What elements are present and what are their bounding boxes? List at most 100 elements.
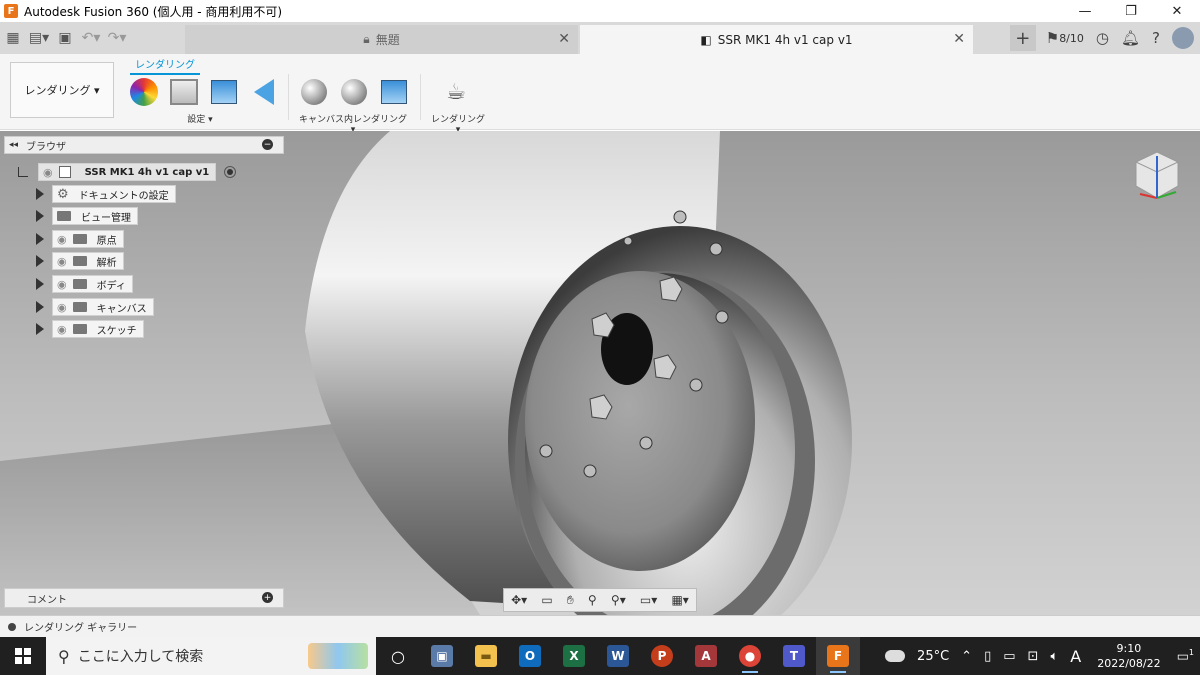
tab-active-document[interactable]: ◧ SSR MK1 4h v1 cap v1 ✕ — [580, 25, 973, 54]
history-icon[interactable]: ◷ — [1090, 22, 1115, 54]
comments-panel[interactable]: コメント + — [4, 588, 284, 608]
appearance-button[interactable] — [128, 76, 160, 108]
taskbar-app-explorer[interactable]: ▬ — [464, 637, 508, 675]
browser-root-row[interactable]: ◉ SSR MK1 4h v1 cap v1 — [18, 163, 237, 181]
render-button[interactable]: ☕︎ — [440, 76, 472, 108]
tab-rendering[interactable]: レンダリング — [130, 56, 200, 75]
tree-node[interactable]: ⚙ ドキュメントの設定 — [52, 185, 176, 203]
orbit-icon[interactable]: ✥▾ — [511, 593, 527, 607]
tree-node[interactable]: ビュー管理 — [52, 207, 138, 225]
taskbar-app-cortana[interactable]: ○ — [376, 637, 420, 675]
rendering-gallery-bar[interactable]: レンダリング ギャラリー — [0, 615, 1200, 637]
gallery-expand-icon[interactable] — [8, 622, 16, 631]
file-menu-icon[interactable]: ▤▾ — [26, 22, 52, 54]
redo-icon[interactable]: ↷▾ — [104, 22, 130, 54]
taskbar-app-teams[interactable]: T — [772, 637, 816, 675]
minimize-button[interactable]: — — [1062, 0, 1108, 22]
new-tab-button[interactable]: + — [1009, 25, 1036, 51]
capture-image-button[interactable] — [378, 76, 410, 108]
collapse-panel-icon[interactable]: ◂◂ — [9, 140, 18, 150]
taskbar-search-box[interactable]: ⚲ ここに入力して検索 — [46, 637, 376, 675]
weather-temp[interactable]: 25°C — [911, 649, 955, 664]
browser-item-named-views[interactable]: ビュー管理 — [36, 207, 138, 225]
add-comment-icon[interactable]: + — [262, 592, 273, 603]
expand-triangle-icon[interactable] — [36, 233, 44, 245]
incanvas-settings-button[interactable] — [338, 76, 370, 108]
help-icon[interactable]: ? — [1146, 22, 1166, 54]
display-icon[interactable]: ▭ — [997, 649, 1021, 664]
setup-group-label[interactable]: 設定 ▾ — [170, 112, 230, 125]
ime-indicator[interactable]: A — [1064, 647, 1087, 666]
taskbar-app-chrome[interactable]: ● — [728, 637, 772, 675]
browser-item-canvases[interactable]: ◉ キャンバス — [36, 298, 154, 316]
eye-icon[interactable]: ◉ — [57, 278, 67, 291]
maximize-button[interactable]: ❐ — [1108, 0, 1154, 22]
tree-node[interactable]: ◉ 原点 — [52, 230, 124, 248]
taskbar-app-outlook[interactable]: O — [508, 637, 552, 675]
notification-bell-icon[interactable]: 🔔︎ — [1115, 22, 1146, 54]
expand-triangle-icon[interactable] — [36, 210, 44, 222]
expand-triangle-icon[interactable] — [36, 323, 44, 335]
taskbar-app-excel[interactable]: X — [552, 637, 596, 675]
undo-icon[interactable]: ↶▾ — [78, 22, 104, 54]
clock[interactable]: 9:10 2022/08/22 — [1087, 641, 1170, 671]
zoom-icon[interactable]: ⚲ — [588, 593, 597, 607]
window-controls: — ❐ ✕ — [1062, 0, 1200, 22]
canvas-viewport[interactable] — [0, 131, 1200, 615]
network-icon[interactable]: ⊡ — [1022, 649, 1045, 664]
chevron-up-icon[interactable]: ⌃ — [955, 649, 978, 664]
taskbar-app-generic[interactable]: ▣ — [420, 637, 464, 675]
browser-item-sketches[interactable]: ◉ スケッチ — [36, 320, 144, 338]
texture-map-button[interactable] — [208, 76, 240, 108]
look-at-icon[interactable]: ▭ — [541, 593, 552, 607]
browser-item-document-settings[interactable]: ⚙ ドキュメントの設定 — [36, 185, 176, 203]
eye-icon[interactable]: ◉ — [57, 233, 67, 246]
data-panel-grid-icon[interactable]: ▦ — [0, 22, 26, 54]
browser-panel-header[interactable]: ◂◂ ブラウザ − — [4, 136, 284, 154]
tree-node[interactable]: ◉ キャンバス — [52, 298, 154, 316]
fit-icon[interactable]: ⚲▾ — [611, 593, 626, 607]
grid-settings-icon[interactable]: ▦▾ — [671, 593, 688, 607]
notification-center-icon[interactable]: ▭1 — [1171, 648, 1200, 664]
close-tab-icon[interactable]: ✕ — [558, 31, 570, 47]
save-icon[interactable]: ▣ — [52, 22, 78, 54]
collapse-minus-icon[interactable]: − — [262, 139, 273, 150]
expand-triangle-icon[interactable] — [36, 188, 44, 200]
tree-node[interactable]: ◉ ボディ — [52, 275, 133, 293]
weather-cloud-icon[interactable] — [885, 650, 906, 662]
job-status[interactable]: ⚑ 8/10 — [1040, 22, 1090, 54]
viewcube[interactable] — [1132, 150, 1182, 200]
browser-item-origin[interactable]: ◉ 原点 — [36, 230, 124, 248]
activate-radio[interactable] — [224, 166, 237, 178]
expand-triangle-icon[interactable] — [36, 301, 44, 313]
scene-settings-button[interactable] — [168, 76, 200, 108]
taskbar-app-access[interactable]: A — [684, 637, 728, 675]
tab-untitled[interactable]: 🔒︎ 無題 ✕ — [185, 25, 578, 54]
eye-icon[interactable]: ◉ — [57, 255, 67, 268]
browser-item-analysis[interactable]: ◉ 解析 — [36, 252, 124, 270]
tree-node[interactable]: ◉ スケッチ — [52, 320, 144, 338]
eye-icon[interactable]: ◉ — [57, 323, 67, 336]
expand-triangle-icon[interactable] — [36, 255, 44, 267]
battery-icon[interactable]: ▯ — [978, 649, 997, 664]
start-button[interactable] — [0, 637, 46, 675]
decal-button[interactable] — [248, 76, 280, 108]
taskbar-app-word[interactable]: W — [596, 637, 640, 675]
incanvas-render-button[interactable] — [298, 76, 330, 108]
tree-node[interactable]: ◉ 解析 — [52, 252, 124, 270]
expanded-triangle-icon[interactable] — [18, 167, 28, 177]
eye-icon[interactable]: ◉ — [57, 301, 67, 314]
taskbar-app-fusion360[interactable]: F — [816, 637, 860, 675]
workspace-switcher[interactable]: レンダリング ▾ — [10, 62, 114, 118]
display-settings-icon[interactable]: ▭▾ — [640, 593, 657, 607]
close-button[interactable]: ✕ — [1154, 0, 1200, 22]
taskbar-app-powerpoint[interactable]: P — [640, 637, 684, 675]
root-component[interactable]: ◉ SSR MK1 4h v1 cap v1 — [38, 163, 217, 181]
volume-icon[interactable]: 🔈︎ — [1044, 649, 1064, 664]
eye-icon[interactable]: ◉ — [43, 166, 53, 179]
close-tab-icon[interactable]: ✕ — [953, 31, 965, 47]
expand-triangle-icon[interactable] — [36, 278, 44, 290]
avatar[interactable] — [1172, 27, 1194, 49]
pan-hand-icon[interactable]: ✋︎ — [567, 593, 574, 608]
browser-item-bodies[interactable]: ◉ ボディ — [36, 275, 133, 293]
